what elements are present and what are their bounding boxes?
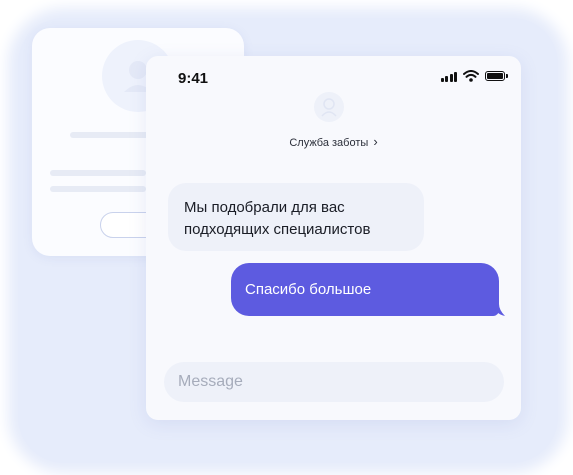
message-line: подходящих специалистов bbox=[184, 221, 371, 238]
status-time: 9:41 bbox=[178, 70, 209, 87]
bubble-tail bbox=[493, 304, 505, 316]
incoming-message: Мы подобрали для вас подходящих специали… bbox=[168, 183, 424, 251]
signal-icon bbox=[440, 71, 457, 82]
message-input[interactable]: Message bbox=[164, 362, 504, 402]
chat-screen: 9:41 Служба заботы › Мы подобрали для вас… bbox=[146, 56, 521, 420]
support-avatar-icon bbox=[314, 92, 344, 122]
message-line: Мы подобрали для вас bbox=[184, 199, 345, 216]
profile-info-placeholder bbox=[50, 186, 146, 192]
profile-info-placeholder bbox=[50, 170, 146, 176]
outgoing-message: Спасибо большое bbox=[231, 263, 499, 316]
chevron-right-icon: › bbox=[373, 134, 378, 149]
battery-icon bbox=[485, 71, 508, 81]
wifi-icon bbox=[463, 70, 479, 82]
contact-name: Служба заботы bbox=[289, 137, 369, 149]
status-icons bbox=[440, 70, 508, 82]
profile-name-placeholder bbox=[70, 132, 150, 138]
chat-contact-header[interactable]: Служба заботы › bbox=[146, 134, 521, 149]
